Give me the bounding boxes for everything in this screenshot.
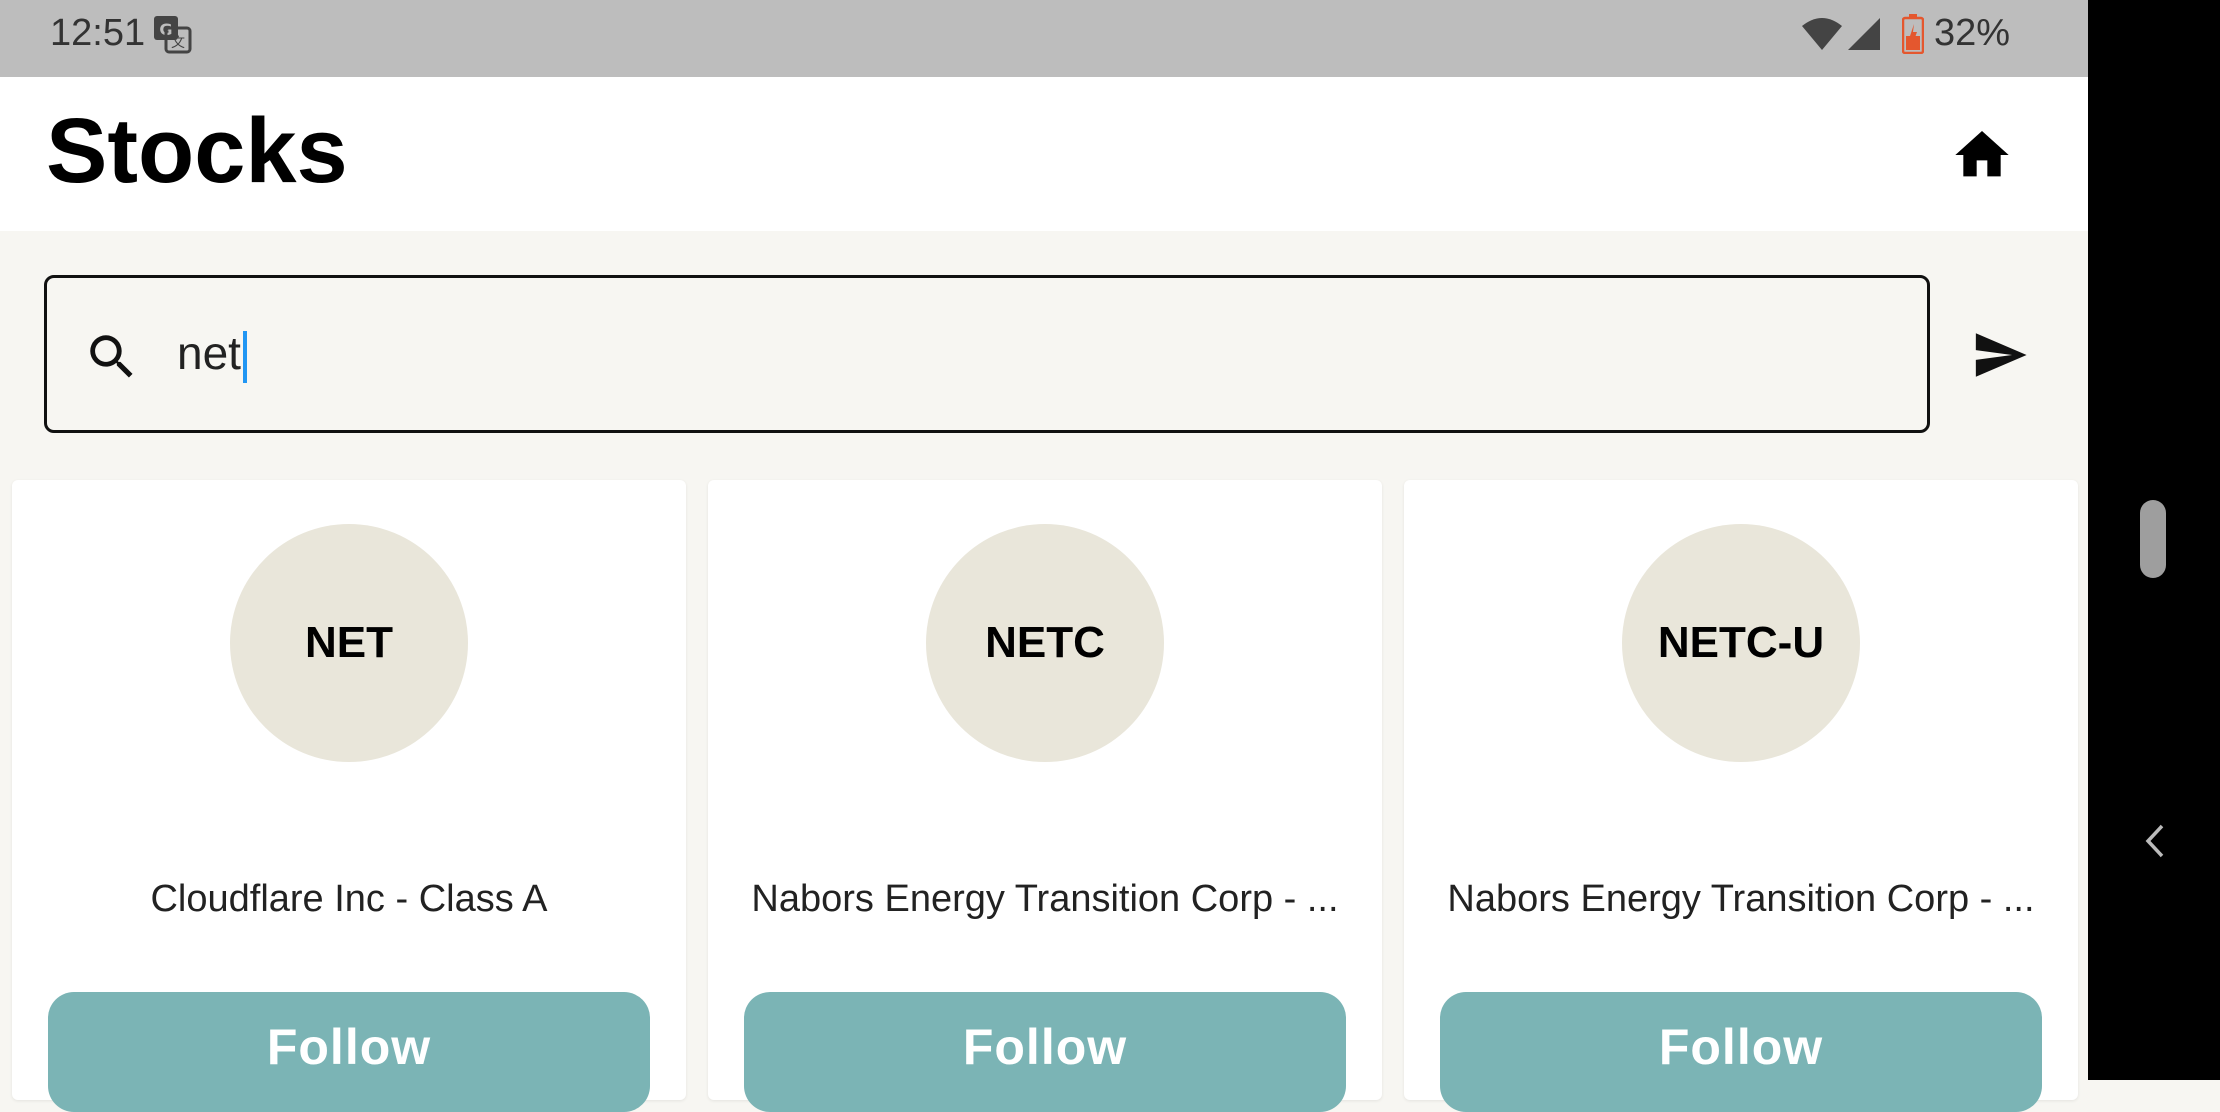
search-field[interactable]: net — [44, 275, 1930, 433]
company-name: Cloudflare Inc - Class A — [150, 878, 548, 920]
stock-card[interactable]: NETC Nabors Energy Transition Corp - ...… — [708, 480, 1382, 1112]
stock-symbol-avatar: NET — [230, 524, 468, 762]
follow-button[interactable]: Follow — [744, 992, 1346, 1112]
stock-symbol: NETC-U — [1657, 618, 1825, 667]
translate-icon: G 文 — [154, 16, 192, 54]
battery-percentage: 32% — [1934, 12, 2011, 54]
search-icon — [90, 335, 133, 378]
page-title: Stocks — [46, 100, 348, 202]
status-time: 12:51 — [50, 12, 146, 54]
search-input[interactable]: net — [177, 324, 247, 384]
battery-icon — [1902, 14, 1924, 54]
stock-symbol-avatar: NETC-U — [1622, 524, 1860, 762]
stock-symbol: NETC — [985, 618, 1105, 667]
app-header: Stocks — [0, 77, 2088, 231]
home-icon[interactable] — [1950, 123, 2014, 187]
follow-button[interactable]: Follow — [48, 992, 650, 1112]
signal-icon — [1848, 18, 1880, 50]
search-value: net — [177, 327, 241, 379]
stock-symbol-avatar: NETC — [926, 524, 1164, 762]
wifi-icon — [1802, 18, 1842, 50]
text-caret — [242, 330, 247, 383]
stock-card[interactable]: NETC-U Nabors Energy Transition Corp - .… — [1404, 480, 2078, 1112]
send-icon[interactable] — [1968, 326, 2032, 384]
chevron-left-icon[interactable] — [2142, 822, 2168, 860]
follow-button[interactable]: Follow — [1440, 992, 2042, 1112]
stock-card[interactable]: NET Cloudflare Inc - Class A Follow — [12, 480, 686, 1112]
svg-text:文: 文 — [171, 35, 185, 51]
company-name: Nabors Energy Transition Corp - ... — [751, 878, 1339, 920]
company-name: Nabors Energy Transition Corp - ... — [1447, 878, 2035, 920]
scroll-handle[interactable] — [2140, 500, 2166, 578]
status-bar: 12:51 G 文 32% — [0, 0, 2088, 77]
stock-symbol: NET — [305, 618, 393, 667]
